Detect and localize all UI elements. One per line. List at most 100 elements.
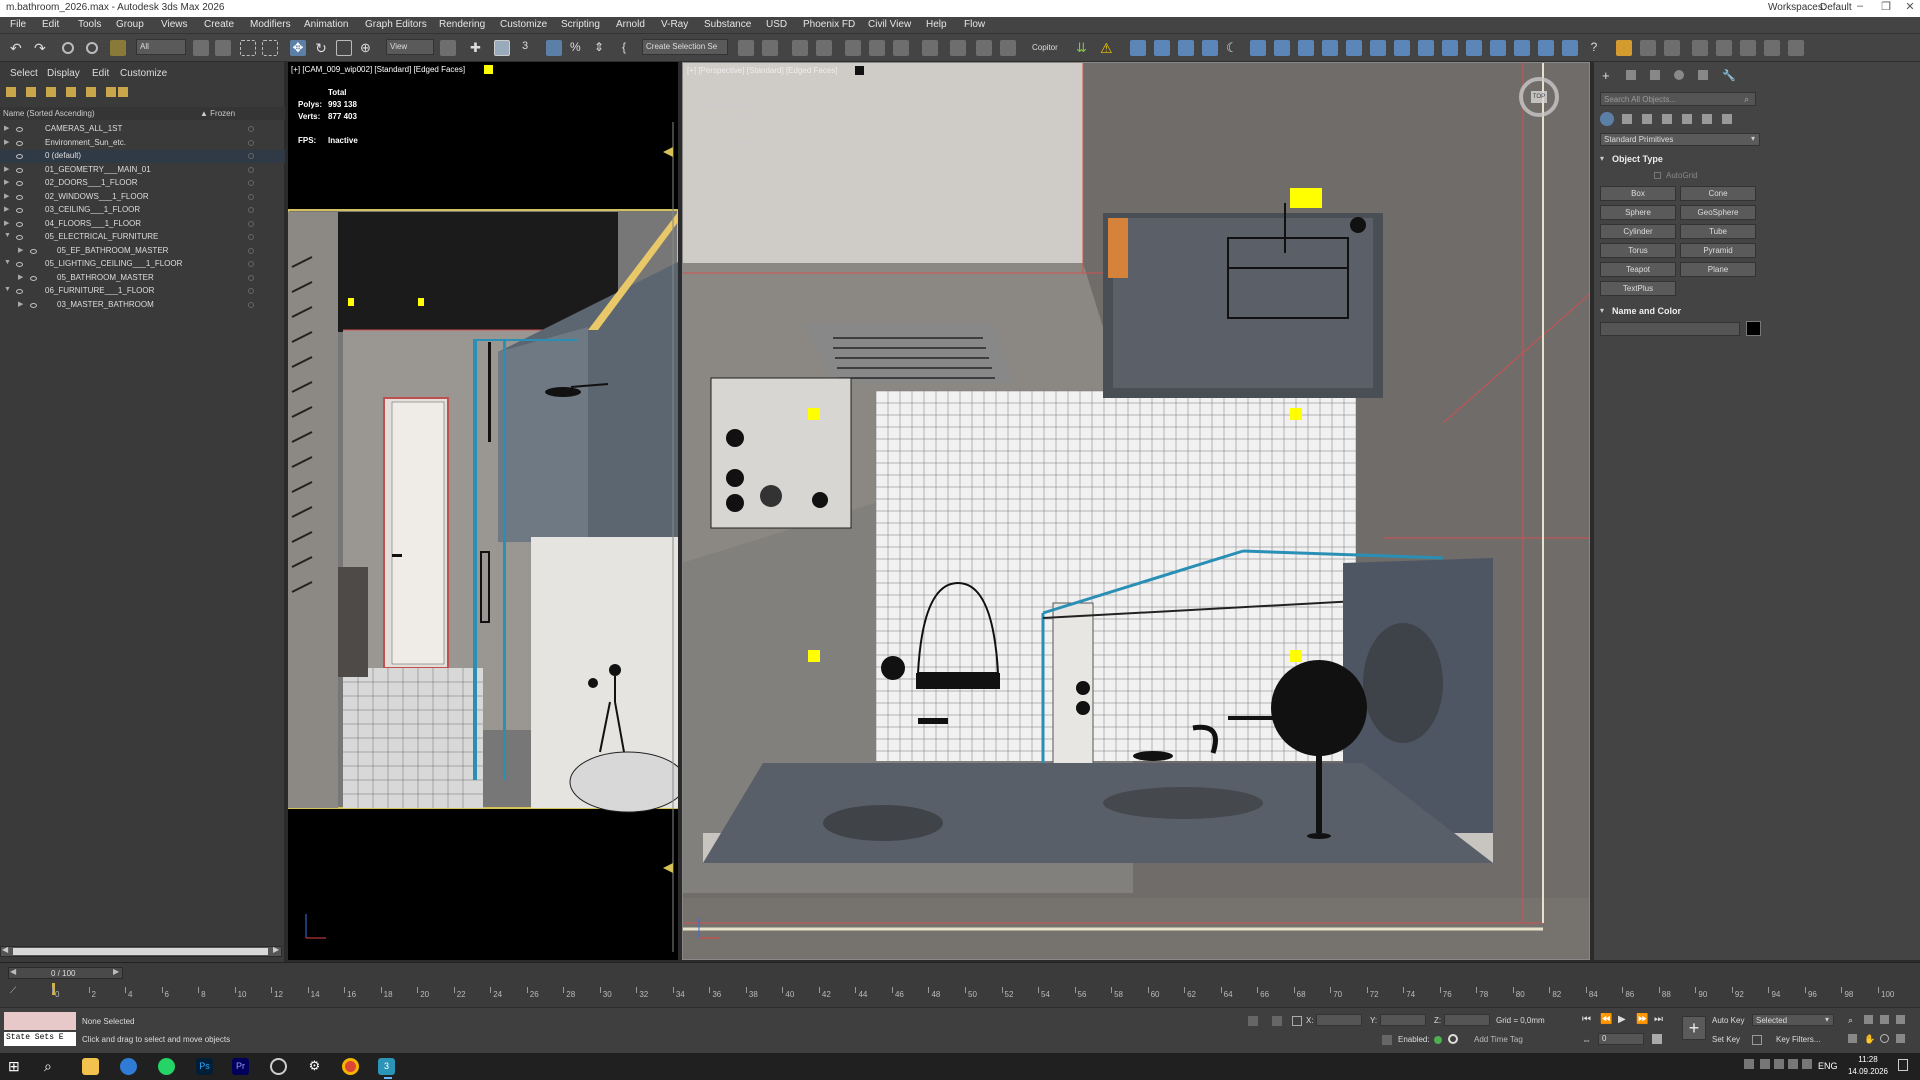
helpers-category-icon[interactable] — [1682, 114, 1692, 124]
menu-edit[interactable]: Edit — [42, 19, 59, 30]
object-type-title[interactable]: Object Type — [1612, 154, 1663, 164]
menu-create[interactable]: Create — [204, 19, 234, 30]
layer-stack-icon[interactable] — [66, 87, 76, 97]
tray-chevron-icon[interactable] — [1744, 1059, 1754, 1069]
keyboard-shortcut-toggle-icon[interactable] — [494, 40, 510, 56]
autogrid-checkbox[interactable] — [1654, 172, 1661, 179]
enabled-status-icon[interactable] — [1434, 1036, 1442, 1044]
scene-explorer-icon[interactable] — [792, 40, 808, 56]
search-field[interactable]: Search All Objects... ⌕ — [1600, 92, 1756, 106]
frozen-toggle-icon[interactable] — [248, 220, 254, 227]
visibility-eye-icon[interactable] — [30, 302, 37, 308]
clock-time[interactable]: 11:28 — [1848, 1055, 1888, 1064]
chevron-right-icon[interactable]: ▶ — [4, 138, 9, 146]
chrome-icon[interactable] — [342, 1058, 359, 1075]
vray-sky-icon[interactable] — [1514, 40, 1530, 56]
tab-customize[interactable]: Customize — [120, 68, 167, 79]
goto-end-icon[interactable]: ⏭ — [1654, 1014, 1663, 1025]
primitive-button-torus[interactable]: Torus — [1600, 243, 1676, 258]
visibility-eye-icon[interactable] — [16, 208, 23, 213]
layer-row[interactable]: ▼ 05_ELECTRICAL_FURNITURE — [0, 231, 285, 244]
undo-icon[interactable]: ↶ — [10, 40, 26, 56]
layer-explorer-icon[interactable] — [816, 40, 832, 56]
primitive-button-tube[interactable]: Tube — [1680, 224, 1756, 239]
explorer-scrollbar[interactable]: ◀ ▶ — [0, 945, 282, 957]
render-setup-icon[interactable] — [950, 40, 966, 56]
reference-coordinate-dropdown[interactable]: View — [386, 39, 434, 55]
vray-lights-icon[interactable] — [1130, 40, 1146, 56]
copitor-label[interactable]: Copitor — [1032, 43, 1058, 52]
chevron-right-icon[interactable]: ▶ — [4, 124, 9, 132]
frozen-toggle-icon[interactable] — [248, 153, 254, 159]
vray-material-icon[interactable] — [1538, 40, 1554, 56]
collapse-arrow-icon[interactable]: ▾ — [1600, 154, 1604, 163]
mirror-icon[interactable] — [738, 40, 754, 56]
hide-icon[interactable] — [118, 87, 128, 97]
visibility-eye-icon[interactable] — [30, 248, 37, 254]
chevron-right-icon[interactable]: ▶ — [4, 205, 9, 213]
select-by-name-icon[interactable] — [215, 40, 231, 56]
freeze-icon[interactable] — [106, 87, 116, 97]
chevron-right-icon[interactable]: ▶ — [18, 273, 23, 281]
tray-network-icon[interactable] — [1788, 1059, 1798, 1069]
column-name-header[interactable]: Name (Sorted Ascending) — [3, 109, 95, 118]
add-time-tag[interactable]: Add Time Tag — [1474, 1035, 1523, 1044]
language-indicator[interactable]: ENG — [1818, 1061, 1838, 1071]
field-of-view-icon[interactable] — [1848, 1034, 1857, 1043]
layer-row[interactable]: ▶ 01_GEOMETRY___MAIN_01 — [0, 164, 285, 177]
next-key-icon[interactable]: ⏩ — [1636, 1014, 1648, 1025]
visibility-eye-icon[interactable] — [30, 275, 37, 281]
snaps-toggle-icon[interactable]: 3 — [522, 40, 538, 56]
vray-sun-icon[interactable] — [1202, 40, 1218, 56]
prev-frame-icon[interactable]: ◀ — [10, 967, 16, 976]
angle-snap-icon[interactable] — [546, 40, 562, 56]
menu-usd[interactable]: USD — [766, 19, 787, 30]
primitive-button-plane[interactable]: Plane — [1680, 262, 1756, 277]
move-icon[interactable]: ✥ — [290, 40, 306, 56]
chevron-right-icon[interactable]: ▶ — [4, 219, 9, 227]
plugin-render-icon[interactable] — [1764, 40, 1780, 56]
state-sets-field[interactable]: State Sets E — [4, 1032, 76, 1046]
vray-omni-icon[interactable] — [1178, 40, 1194, 56]
notifications-icon[interactable] — [1898, 1059, 1908, 1071]
vray-vfb-icon[interactable] — [1394, 40, 1410, 56]
menu-rendering[interactable]: Rendering — [439, 19, 485, 30]
bind-space-warp-icon[interactable] — [110, 40, 126, 56]
help-icon[interactable]: ? — [1586, 40, 1602, 56]
frozen-toggle-icon[interactable] — [248, 166, 254, 173]
menu-help[interactable]: Help — [926, 19, 947, 30]
percent-snap-icon[interactable]: % — [570, 40, 586, 56]
play-icon[interactable]: ▶ — [1618, 1014, 1626, 1025]
toggle-ribbon-icon[interactable] — [845, 40, 861, 56]
primitive-button-cone[interactable]: Cone — [1680, 186, 1756, 201]
selection-filter-dropdown[interactable]: All — [136, 39, 186, 55]
visibility-eye-icon[interactable] — [16, 127, 23, 132]
vray-proxy-icon[interactable] — [1274, 40, 1290, 56]
search-icon[interactable]: ⌕ — [44, 1058, 61, 1075]
set-key-button[interactable]: + — [1682, 1016, 1706, 1040]
menu-flow[interactable]: Flow — [964, 19, 985, 30]
rendered-frame-window-icon[interactable] — [976, 40, 992, 56]
visibility-eye-icon[interactable] — [16, 221, 23, 227]
vray-fur-icon[interactable] — [1298, 40, 1314, 56]
render-production-icon[interactable] — [1000, 40, 1016, 56]
3dsmax-icon[interactable]: 3 — [378, 1058, 395, 1075]
menu-substance[interactable]: Substance — [704, 19, 751, 30]
viewport-perspective[interactable]: [+] [Perspective] [Standard] [Edged Face… — [682, 62, 1590, 960]
visibility-eye-icon[interactable] — [16, 289, 23, 294]
layer-row[interactable]: ▶ 03_CEILING___1_FLOOR — [0, 204, 285, 217]
script-icon[interactable] — [1382, 1035, 1392, 1045]
absolute-mode-icon[interactable] — [1292, 1016, 1302, 1026]
chevron-right-icon[interactable]: ▶ — [4, 165, 9, 173]
vray-scatter-icon[interactable] — [1442, 40, 1458, 56]
systems-category-icon[interactable] — [1722, 114, 1732, 124]
primitive-button-pyramid[interactable]: Pyramid — [1680, 243, 1756, 258]
window-crossing-icon[interactable] — [262, 40, 278, 56]
frozen-toggle-icon[interactable] — [248, 301, 254, 308]
visibility-eye-icon[interactable] — [16, 194, 23, 200]
spinner-snap-icon[interactable]: ⇕ — [594, 40, 610, 56]
time-tag-icon[interactable] — [1448, 1034, 1458, 1044]
geometry-category-icon[interactable] — [1600, 112, 1614, 126]
menu-animation[interactable]: Animation — [304, 19, 348, 30]
create-tab-icon[interactable]: + — [1602, 68, 1610, 83]
